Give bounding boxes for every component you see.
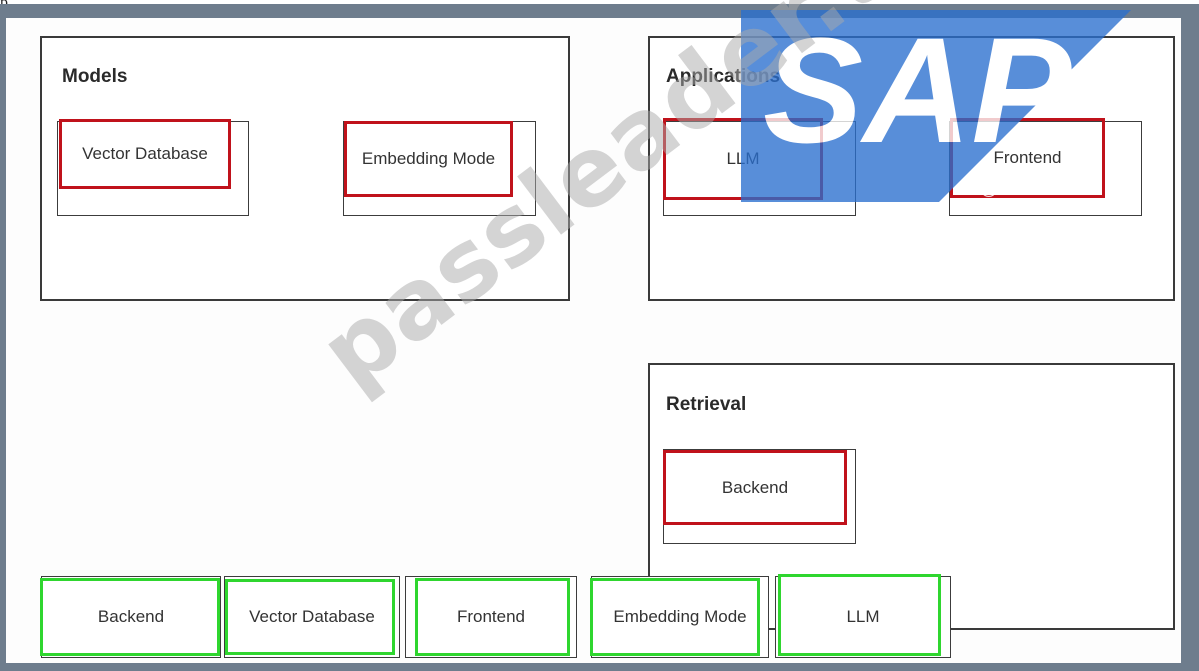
retrieval-slot-1-label: Backend	[721, 477, 789, 497]
option-embedding-mode[interactable]: Embedding Mode	[591, 576, 769, 658]
retrieval-title: Retrieval	[666, 394, 747, 415]
option-frontend-label: Frontend	[456, 607, 526, 626]
registered-mark: ®	[980, 176, 998, 203]
models-slot-2-label: Embedding Mode	[361, 149, 496, 168]
models-title: Models	[62, 66, 128, 87]
option-vector-database[interactable]: Vector Database	[224, 576, 400, 658]
option-llm-label: LLM	[846, 607, 880, 626]
option-frontend[interactable]: Frontend	[405, 576, 577, 658]
models-placed-vector-database[interactable]: Vector Database	[59, 119, 231, 189]
models-slot-1-label: Vector Database	[82, 144, 208, 163]
option-backend[interactable]: Backend	[41, 576, 221, 658]
option-backend-label: Backend	[97, 607, 165, 626]
option-embedding-mode-label: Embedding Mode	[613, 607, 747, 626]
option-llm[interactable]: LLM	[775, 576, 951, 658]
option-vector-database-label: Vector Database	[249, 607, 375, 626]
retrieval-placed-backend[interactable]: Backend	[663, 450, 847, 525]
